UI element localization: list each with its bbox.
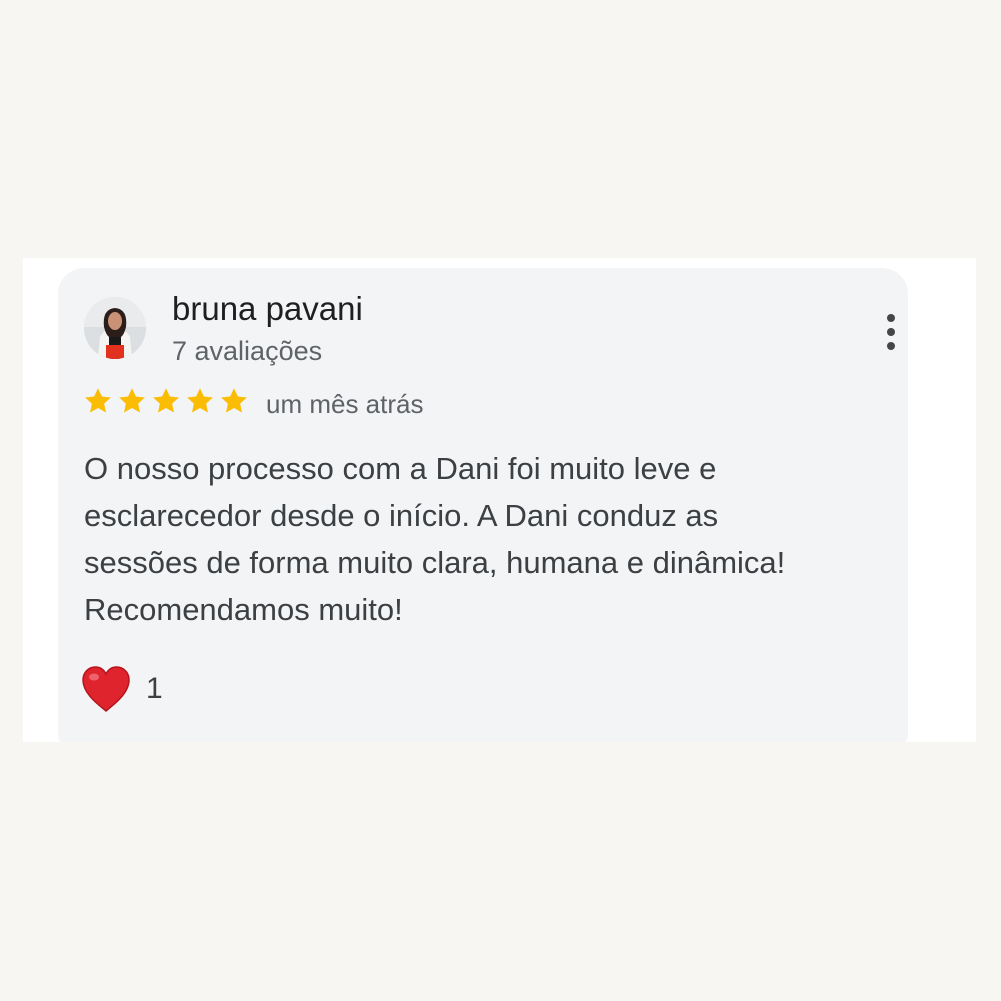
more-vert-icon [887, 314, 895, 322]
review-date: um mês atrás [266, 389, 424, 419]
star-icon [221, 388, 247, 413]
more-vert-dot [887, 328, 895, 336]
star-rating [83, 386, 249, 416]
more-options-button[interactable] [876, 314, 906, 354]
reaction-button[interactable]: 1 [80, 664, 163, 714]
review-text-line: sessões de forma muito clara, humana e d… [84, 545, 786, 580]
review-frame: bruna pavani 7 avaliações um mês atrás O… [23, 258, 976, 742]
review-card: bruna pavani 7 avaliações um mês atrás O… [58, 268, 908, 742]
more-vert-dot [887, 342, 895, 350]
reaction-count: 1 [146, 672, 163, 705]
review-text-line: O nosso processo com a Dani foi muito le… [84, 451, 717, 486]
review-text-line: Recomendamos muito! [84, 592, 403, 627]
author-name[interactable]: bruna pavani [172, 290, 363, 328]
star-icon [153, 388, 179, 413]
heart-icon [82, 666, 130, 713]
avatar-image [84, 297, 146, 359]
star-icon [85, 388, 111, 413]
author-review-count: 7 avaliações [172, 336, 323, 366]
review-text-line: esclarecedor desde o início. A Dani cond… [84, 498, 719, 533]
star-icon [119, 388, 145, 413]
review-text: O nosso processo com a Dani foi muito le… [84, 445, 884, 633]
avatar[interactable] [84, 297, 146, 359]
star-icon [187, 388, 213, 413]
